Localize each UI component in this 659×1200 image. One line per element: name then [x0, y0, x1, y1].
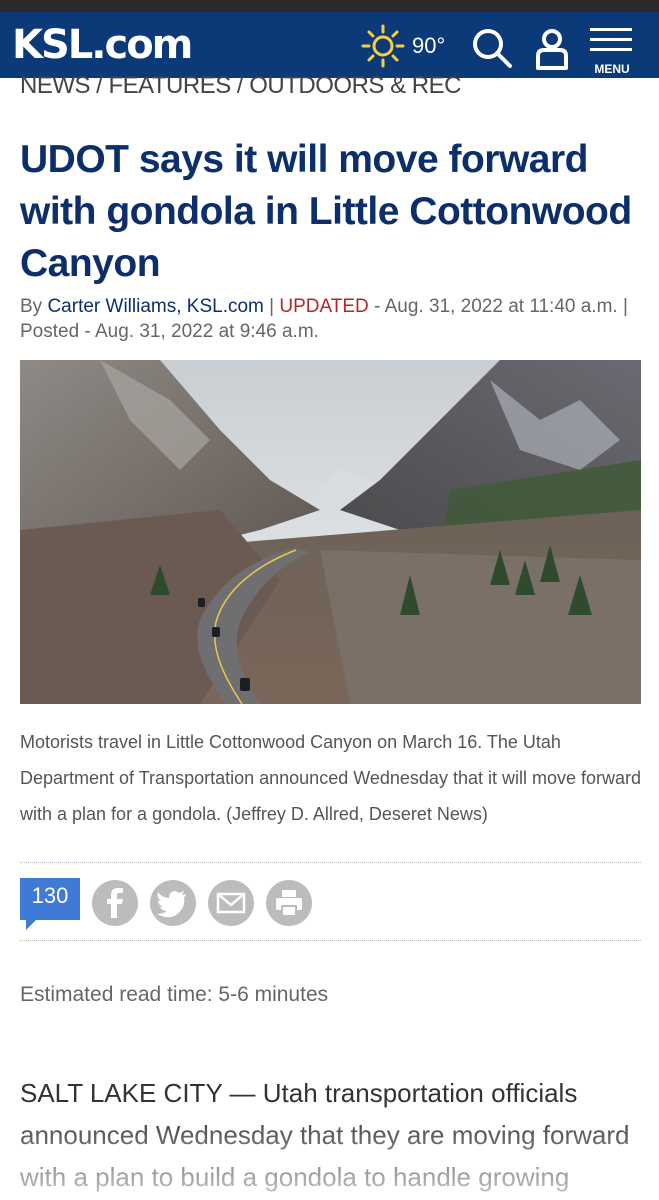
site-header: KSL.com 90° MENU: [0, 12, 659, 78]
twitter-icon[interactable]: [150, 880, 196, 926]
search-icon[interactable]: [470, 26, 514, 70]
weather-widget[interactable]: 90°: [358, 23, 446, 69]
byline-prefix: By: [20, 296, 48, 317]
author-link[interactable]: Carter Williams, KSL.com: [47, 296, 263, 317]
facebook-icon[interactable]: [92, 880, 138, 926]
photo-caption: Motorists travel in Little Cottonwood Ca…: [20, 732, 641, 824]
article-title: UDOT says it will move forward with gond…: [20, 138, 632, 285]
comment-count-badge[interactable]: 130: [20, 878, 80, 930]
temperature: 90°: [412, 33, 446, 58]
site-logo[interactable]: KSL.com: [12, 22, 193, 68]
hamburger-icon: [590, 28, 632, 51]
email-icon[interactable]: [208, 880, 254, 926]
read-more-fade: [0, 1110, 659, 1200]
breadcrumb[interactable]: NEWS / FEATURES / OUTDOORS & REC: [20, 72, 461, 100]
menu-label: MENU: [594, 62, 630, 76]
byline-separator: |: [263, 296, 280, 317]
updated-label: UPDATED: [279, 296, 369, 317]
divider: [20, 862, 641, 863]
account-icon[interactable]: [530, 26, 574, 70]
menu-button[interactable]: MENU: [588, 26, 636, 76]
status-strip: [0, 0, 659, 12]
divider: [20, 940, 641, 941]
print-icon[interactable]: [266, 880, 312, 926]
read-time: Estimated read time: 5-6 minutes: [20, 983, 329, 1006]
article-photo[interactable]: [20, 360, 641, 704]
byline: By Carter Williams, KSL.com | UPDATED - …: [20, 294, 650, 344]
sun-icon: [358, 23, 408, 69]
